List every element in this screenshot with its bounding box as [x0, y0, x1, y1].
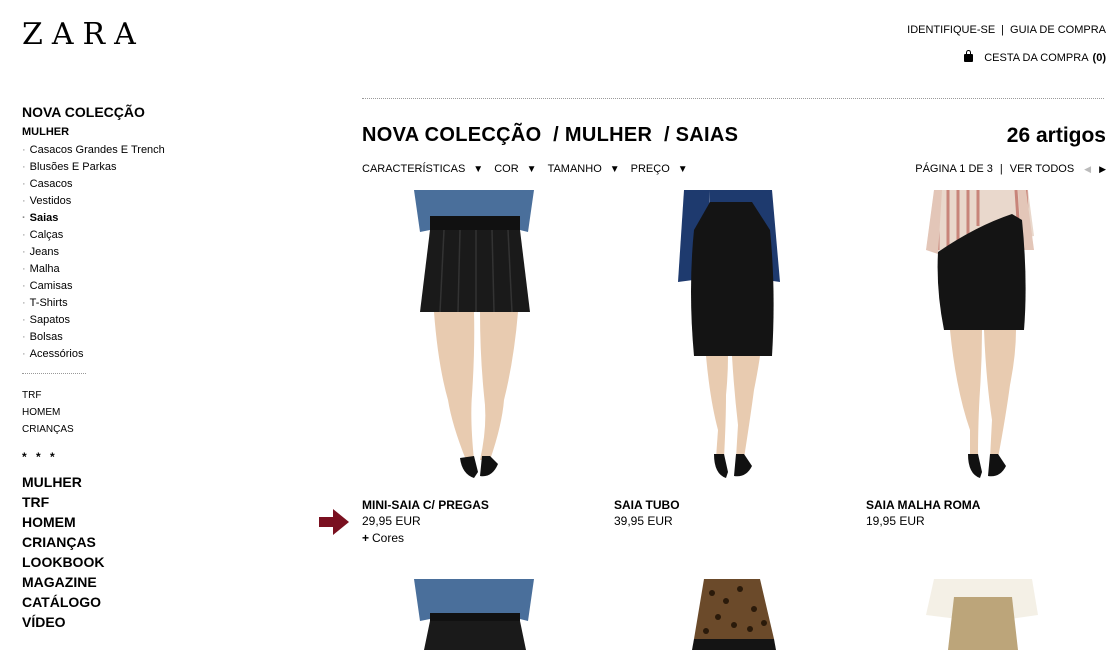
stars-divider: * * *: [22, 450, 58, 464]
product-price: 29,95 EUR: [362, 514, 421, 528]
nav-criancas[interactable]: CRIANÇAS: [22, 532, 202, 552]
sidebar-item-bolsas[interactable]: Bolsas: [22, 329, 202, 346]
nav-lookbook[interactable]: LOOKBOOK: [22, 552, 202, 572]
filter-tamanho[interactable]: TAMANHO ▼: [548, 163, 620, 175]
filter-label: PREÇO: [630, 163, 670, 175]
triangle-right-icon[interactable]: ▶: [1099, 164, 1106, 175]
sidebar-subsection[interactable]: MULHER: [22, 126, 202, 139]
sidebar: NOVA COLECÇÃO MULHER Casacos Grandes E T…: [22, 104, 202, 632]
arrow-right-icon: [319, 509, 349, 540]
nav-trf[interactable]: TRF: [22, 492, 202, 512]
separator: |: [999, 163, 1003, 175]
product-name[interactable]: MINI-SAIA C/ PREGAS: [362, 498, 593, 512]
login-link[interactable]: IDENTIFIQUE-SE: [907, 24, 995, 36]
triangle-left-icon[interactable]: ◀: [1084, 164, 1091, 175]
nav-mulher[interactable]: MULHER: [22, 472, 202, 492]
sidebar-item-blusoes[interactable]: Blusões E Parkas: [22, 159, 202, 176]
triangle-down-icon: ▼: [526, 163, 537, 175]
sidebar-link-criancas[interactable]: CRIANÇAS: [22, 421, 202, 438]
sidebar-item-t-shirts[interactable]: T-Shirts: [22, 295, 202, 312]
pagination: PÁGINA 1 DE 3 | VER TODOS ◀ ▶: [915, 163, 1106, 175]
filter-label: TAMANHO: [547, 163, 602, 175]
cart-count: (0): [1092, 52, 1106, 64]
sidebar-link-homem[interactable]: HOMEM: [22, 404, 202, 421]
sidebar-item-casacos[interactable]: Casacos: [22, 176, 202, 193]
product-image[interactable]: [362, 190, 593, 486]
sidebar-item-jeans[interactable]: Jeans: [22, 244, 202, 261]
divider: [22, 373, 86, 374]
category-list: Casacos Grandes E Trench Blusões E Parka…: [22, 142, 202, 363]
item-count: 26 artigos: [1006, 124, 1106, 147]
header-divider: [362, 98, 1104, 99]
nav-homem[interactable]: HOMEM: [22, 512, 202, 532]
sidebar-item-vestidos[interactable]: Vestidos: [22, 193, 202, 210]
sidebar-item-sapatos[interactable]: Sapatos: [22, 312, 202, 329]
nav-catalogo[interactable]: CATÁLOGO: [22, 592, 202, 612]
sidebar-link-trf[interactable]: TRF: [22, 387, 202, 404]
cart-link[interactable]: CESTA DA COMPRA (0): [964, 50, 1106, 64]
sidebar-item-malha[interactable]: Malha: [22, 261, 202, 278]
filter-label: CARACTERÍSTICAS: [362, 163, 466, 175]
sidebar-item-camisas[interactable]: Camisas: [22, 278, 202, 295]
product-price: 39,95 EUR: [614, 514, 673, 528]
product-image[interactable]: [362, 579, 593, 650]
shopping-guide-link[interactable]: GUIA DE COMPRA: [1010, 24, 1106, 36]
sidebar-section-title[interactable]: NOVA COLECÇÃO: [22, 104, 202, 120]
filter-caracteristicas[interactable]: CARACTERÍSTICAS ▼: [362, 163, 483, 175]
triangle-down-icon: ▼: [677, 163, 688, 175]
triangle-down-icon: ▼: [609, 163, 620, 175]
nav-video[interactable]: VÍDEO: [22, 612, 202, 632]
filter-bar: CARACTERÍSTICAS ▼ COR ▼ TAMANHO ▼ PREÇO ▼: [362, 163, 699, 175]
product-card[interactable]: MINI-SAIA C/ PREGAS 29,95 EUR + Cores: [362, 190, 593, 545]
filter-cor[interactable]: COR ▼: [494, 163, 536, 175]
product-card[interactable]: SAIA TUBO 39,95 EUR: [614, 190, 845, 528]
product-card[interactable]: SAIA MALHA ROMA 19,95 EUR: [866, 190, 1097, 528]
more-colors-link[interactable]: + Cores: [362, 531, 593, 545]
product-image[interactable]: [614, 190, 845, 486]
sidebar-item-saias[interactable]: Saias: [22, 210, 202, 227]
sidebar-item-calcas[interactable]: Calças: [22, 227, 202, 244]
product-image[interactable]: [866, 190, 1097, 486]
filter-preco[interactable]: PREÇO ▼: [631, 163, 688, 175]
sidebar-item-casacos-grandes[interactable]: Casacos Grandes E Trench: [22, 142, 202, 159]
nav-magazine[interactable]: MAGAZINE: [22, 572, 202, 592]
product-image[interactable]: [614, 579, 845, 650]
view-all-link[interactable]: VER TODOS: [1010, 163, 1074, 175]
colors-label: Cores: [372, 531, 405, 545]
product-price: 19,95 EUR: [866, 514, 925, 528]
separator: |: [1001, 24, 1005, 36]
plus-icon: +: [362, 531, 370, 545]
filter-label: COR: [494, 163, 519, 175]
page-indicator: PÁGINA 1 DE 3: [915, 163, 993, 175]
sidebar-item-acessorios[interactable]: Acessórios: [22, 346, 202, 363]
main-nav: MULHER TRF HOMEM CRIANÇAS LOOKBOOK MAGAZ…: [22, 472, 202, 632]
zara-logo[interactable]: ZARA: [22, 20, 145, 50]
breadcrumb: NOVA COLECÇÃO / MULHER / SAIAS: [362, 124, 739, 146]
shopping-bag-icon: [964, 50, 974, 62]
product-name[interactable]: SAIA MALHA ROMA: [866, 498, 1097, 512]
triangle-down-icon: ▼: [473, 163, 484, 175]
top-links: IDENTIFIQUE-SE | GUIA DE COMPRA: [907, 24, 1106, 36]
product-image[interactable]: [866, 579, 1097, 650]
cart-label: CESTA DA COMPRA: [984, 52, 1089, 64]
product-name[interactable]: SAIA TUBO: [614, 498, 845, 512]
